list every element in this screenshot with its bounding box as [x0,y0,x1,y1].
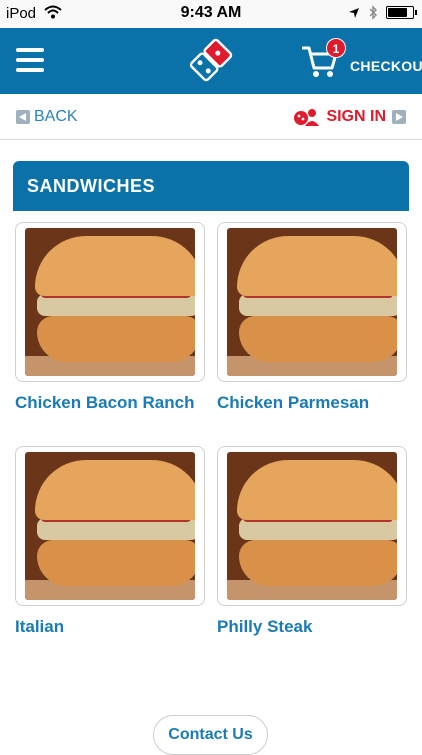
back-button[interactable]: BACK [16,108,78,126]
menu-item-card[interactable]: Philly Steak [217,446,407,637]
checkout-button[interactable]: 1 CHECKOUT [300,36,422,86]
back-label: BACK [34,108,78,125]
right-arrow-icon [392,110,406,124]
left-arrow-icon [16,110,30,124]
sign-in-label: SIGN IN [326,108,386,125]
menu-item-name[interactable]: Italian [15,616,205,637]
status-bar: iPod 9:43 AM [0,0,422,28]
sandwich-image[interactable] [217,222,407,382]
menu-item-name[interactable]: Philly Steak [217,616,407,637]
sub-navigation-bar: BACK SIGN IN [0,94,422,140]
sandwich-image[interactable] [15,446,205,606]
sandwich-image[interactable] [15,222,205,382]
menu-item-name[interactable]: Chicken Parmesan [217,392,407,413]
cart-count-badge: 1 [326,38,346,58]
sandwich-image[interactable] [217,446,407,606]
location-arrow-icon [349,7,359,18]
section-header: SANDWICHES [13,161,409,211]
menu-item-card[interactable]: Chicken Bacon Ranch [15,222,205,413]
bluetooth-icon [369,5,377,20]
menu-item-name[interactable]: Chicken Bacon Ranch [15,392,205,413]
section-title: SANDWICHES [27,176,156,196]
dominos-logo [189,38,233,82]
top-navigation-bar: 1 CHECKOUT [0,28,422,94]
user-profile-icon [294,109,320,126]
battery-icon [386,6,417,19]
menu-item-card[interactable]: Italian [15,446,205,637]
menu-item-card[interactable]: Chicken Parmesan [217,222,407,413]
checkout-label: CHECKOUT [350,58,422,74]
hamburger-menu-icon[interactable] [16,48,44,72]
sign-in-button[interactable]: SIGN IN [292,108,406,126]
contact-us-button[interactable]: Contact Us [153,715,268,755]
